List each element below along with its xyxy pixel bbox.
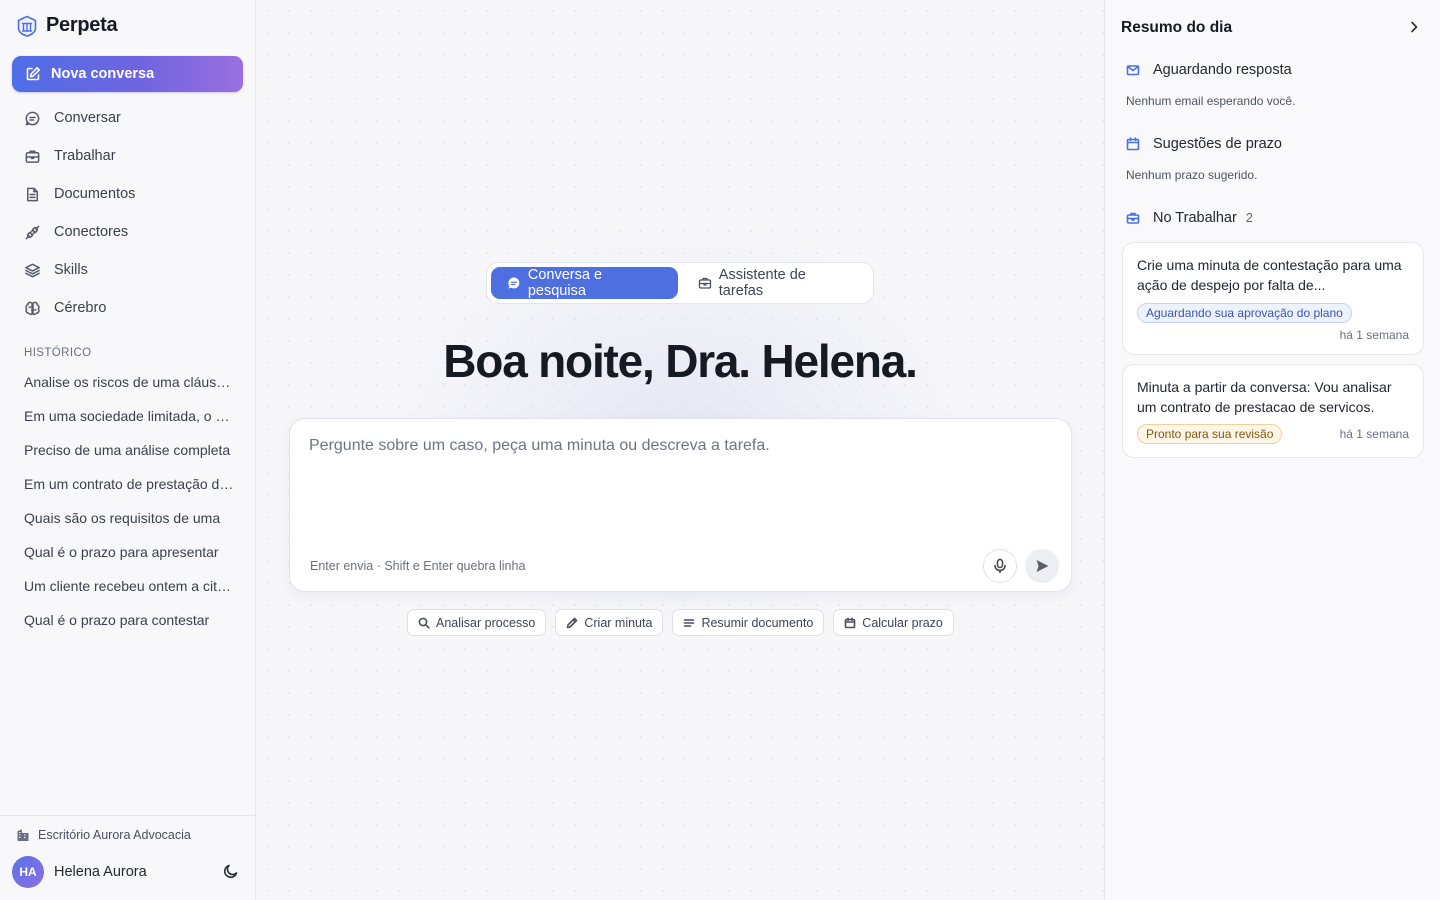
panel-title: Resumo do dia (1121, 19, 1233, 36)
nav-label: Documentos (54, 186, 136, 202)
nav-item-skills[interactable]: Skills (12, 251, 243, 289)
status-badge: Pronto para sua revisão (1137, 424, 1283, 444)
nav-label: Conectores (54, 224, 129, 240)
calendar-icon (1126, 137, 1140, 151)
task-time: há 1 semana (1339, 328, 1409, 342)
section-title: No Trabalhar (1153, 210, 1237, 226)
prompt-input[interactable] (309, 437, 1049, 455)
chip-label: Analisar processo (436, 615, 536, 630)
chat-icon (25, 111, 40, 125)
empty-state: Nenhum email esperando você. (1126, 94, 1296, 108)
send-icon (1036, 560, 1049, 572)
history-item[interactable]: Preciso de uma análise completa (24, 433, 234, 467)
send-button[interactable] (1025, 549, 1059, 583)
nav-label: Trabalhar (54, 148, 116, 164)
chip-label: Resumir documento (701, 615, 814, 630)
microphone-icon (994, 558, 1006, 574)
daily-summary-panel: Resumo do dia Aguardando resposta Nenhum… (1104, 0, 1440, 900)
nav-item-documentos[interactable]: Documentos (12, 175, 243, 213)
briefcase-icon (698, 277, 711, 289)
briefcase-icon (25, 150, 40, 163)
lines-icon (684, 618, 695, 627)
nav-item-cerebro[interactable]: Cérebro (12, 289, 243, 327)
history-item[interactable]: Um cliente recebeu ontem a citação (24, 569, 234, 603)
courthouse-logo-icon (17, 15, 37, 37)
history-item[interactable]: Em um contrato de prestação de serviços (24, 467, 234, 501)
sidebar-footer: Escritório Aurora Advocacia HA Helena Au… (0, 815, 255, 900)
chip-summarize-document[interactable]: Resumir documento (672, 609, 825, 636)
chip-calculate-deadline[interactable]: Calcular prazo (833, 609, 954, 636)
section-title: Sugestões de prazo (1153, 136, 1282, 152)
microphone-button[interactable] (983, 549, 1017, 583)
section-work: No Trabalhar 2 (1126, 210, 1253, 226)
quick-actions: Analisar processo Criar minuta Resumir d… (407, 609, 954, 636)
nav-item-conversar[interactable]: Conversar (12, 99, 243, 137)
keyboard-hint: Enter envia · Shift e Enter quebra linha (310, 559, 526, 573)
task-text: Minuta a partir da conversa: Vou analisa… (1137, 379, 1392, 415)
office-info[interactable]: Escritório Aurora Advocacia (16, 828, 191, 842)
user-name: Helena Aurora (54, 864, 147, 880)
section-awaiting: Aguardando resposta (1126, 62, 1292, 78)
history-item[interactable]: Qual é o prazo para apresentar (24, 535, 234, 569)
history-title: HISTÓRICO (24, 347, 92, 359)
main-area: Conversa e pesquisa Assistente de tarefa… (256, 0, 1104, 900)
chevron-right-icon[interactable] (1407, 20, 1421, 34)
composer: Enter envia · Shift e Enter quebra linha (289, 418, 1072, 592)
office-name: Escritório Aurora Advocacia (38, 828, 191, 842)
briefcase-icon (1126, 212, 1140, 224)
chip-analyze-process[interactable]: Analisar processo (407, 609, 547, 636)
brand[interactable]: Perpeta (16, 14, 118, 37)
moon-icon[interactable] (222, 862, 240, 880)
avatar: HA (12, 856, 44, 888)
task-text: Crie uma minuta de contestação para uma … (1137, 257, 1402, 293)
plug-icon (25, 225, 40, 239)
building-icon (17, 829, 29, 841)
new-chat-label: Nova conversa (51, 66, 155, 82)
chat-bubble-icon (508, 277, 520, 289)
layers-icon (25, 263, 40, 277)
history-item[interactable]: Em uma sociedade limitada, o sócio (24, 399, 234, 433)
task-card[interactable]: Minuta a partir da conversa: Vou analisa… (1122, 364, 1424, 458)
mode-chat-research[interactable]: Conversa e pesquisa (491, 267, 678, 299)
mode-task-assistant[interactable]: Assistente de tarefas (678, 267, 869, 299)
mode-label: Assistente de tarefas (718, 267, 806, 299)
brand-name: Perpeta (46, 14, 118, 36)
brain-icon (25, 301, 40, 315)
search-icon (418, 617, 430, 629)
history-item[interactable]: Qual é o prazo para contestar (24, 603, 234, 637)
task-time: há 1 semana (1339, 427, 1409, 441)
document-icon (27, 187, 38, 201)
nav-label: Skills (54, 262, 88, 278)
chip-label: Criar minuta (584, 615, 653, 630)
history-list: Analise os riscos de uma cláusula Em uma… (24, 365, 234, 637)
nav-label: Cérebro (54, 300, 107, 316)
chip-create-draft[interactable]: Criar minuta (555, 609, 664, 636)
nav-item-conectores[interactable]: Conectores (12, 213, 243, 251)
calendar-icon (844, 617, 856, 628)
section-deadlines: Sugestões de prazo (1126, 136, 1282, 152)
nav-label: Conversar (54, 110, 121, 126)
mode-label: Conversa e pesquisa (527, 267, 603, 299)
section-title: Aguardando resposta (1153, 62, 1292, 78)
main-nav: Conversar Trabalhar Documentos Conectore… (12, 99, 243, 327)
status-badge: Aguardando sua aprovação do plano (1137, 303, 1352, 323)
sidebar: Perpeta Nova conversa Conversar Trabalha… (0, 0, 256, 900)
mail-icon (1126, 65, 1140, 76)
chip-label: Calcular prazo (862, 615, 943, 630)
nav-item-trabalhar[interactable]: Trabalhar (12, 137, 243, 175)
empty-state: Nenhum prazo sugerido. (1126, 168, 1258, 182)
edit-icon (26, 67, 40, 81)
history-item[interactable]: Analise os riscos de uma cláusula (24, 365, 234, 399)
new-chat-button[interactable]: Nova conversa (12, 56, 243, 92)
mode-toggle: Conversa e pesquisa Assistente de tarefa… (486, 262, 874, 304)
pen-icon (567, 617, 578, 628)
task-card[interactable]: Crie uma minuta de contestação para uma … (1122, 242, 1424, 355)
user-profile[interactable]: HA Helena Aurora (12, 856, 147, 888)
task-count: 2 (1245, 211, 1253, 225)
greeting-heading: Boa noite, Dra. Helena. (443, 335, 918, 387)
history-item[interactable]: Quais são os requisitos de uma (24, 501, 234, 535)
